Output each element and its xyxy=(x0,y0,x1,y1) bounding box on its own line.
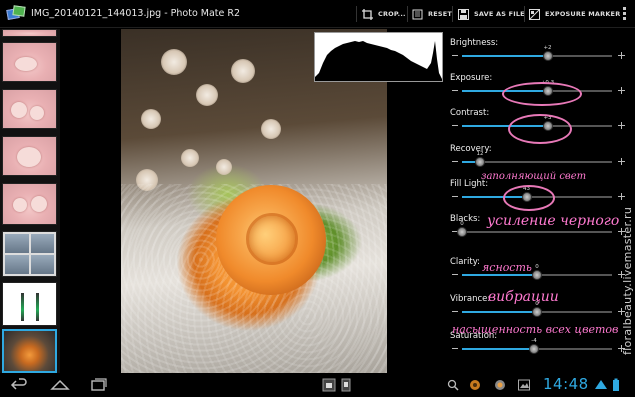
fill-light-note: заполняющий свет xyxy=(481,171,587,182)
slider-label: Blacks: xyxy=(450,214,481,224)
slider-value: 0 xyxy=(460,221,464,227)
thumbnail[interactable] xyxy=(2,29,57,37)
slider-track[interactable]: 0 xyxy=(462,264,612,280)
recent-apps-icon[interactable] xyxy=(90,377,108,393)
slider-label: Recovery: xyxy=(450,144,492,154)
reset-label: RESET xyxy=(428,10,453,18)
slider-row: Clarity: 0 xyxy=(446,248,635,282)
reset-icon xyxy=(412,9,423,20)
slider-fill xyxy=(462,274,537,276)
clarity-note: ясность xyxy=(482,261,532,274)
decrement-icon[interactable] xyxy=(452,55,458,56)
decrement-icon[interactable] xyxy=(452,274,458,275)
notification-photo-icon xyxy=(494,377,506,393)
slider-fill xyxy=(462,55,548,57)
increment-icon[interactable] xyxy=(618,122,625,129)
slider-value: -4 xyxy=(531,338,537,344)
vibrance-note: вибрации xyxy=(488,289,559,305)
decrement-icon[interactable] xyxy=(452,125,458,126)
clock: 14:48 xyxy=(543,375,589,393)
screen-mode-icon[interactable] xyxy=(322,377,336,393)
slider-track[interactable]: -4 xyxy=(462,338,612,354)
thumbnail[interactable] xyxy=(2,231,57,277)
thumbnail[interactable] xyxy=(2,89,57,129)
app-title: IMG_20140121_144013.jpg - Photo Mate R2 xyxy=(31,8,241,19)
filmstrip xyxy=(0,29,60,373)
separator xyxy=(407,6,408,22)
separator xyxy=(452,6,453,22)
photo-mate-icon[interactable] xyxy=(6,5,26,23)
gallery-icon xyxy=(518,377,530,393)
back-icon[interactable] xyxy=(10,377,28,393)
crop-icon xyxy=(362,8,373,20)
separator xyxy=(524,6,525,22)
slider-thumb[interactable] xyxy=(529,344,539,354)
thumbnail[interactable] xyxy=(2,183,57,225)
saturation-note: насыщенность всех цветов xyxy=(452,323,619,336)
overflow-menu-icon[interactable] xyxy=(623,7,627,21)
decrement-icon[interactable] xyxy=(452,161,458,162)
histogram xyxy=(314,32,443,82)
thumbnail[interactable] xyxy=(2,42,57,82)
save-icon xyxy=(458,8,469,20)
watermark: floralbeauty.livemaster.ru xyxy=(621,206,634,355)
slider-thumb[interactable] xyxy=(542,51,553,61)
slider-label: Contrast: xyxy=(450,108,490,118)
decrement-icon[interactable] xyxy=(452,90,458,91)
system-nav-bar: 14:48 xyxy=(0,373,635,397)
slider-fill xyxy=(462,311,537,313)
exposure-marker-label: EXPOSURE MARKER xyxy=(545,10,621,18)
thumbnail[interactable] xyxy=(2,136,57,176)
blacks-note: усиление черного xyxy=(487,213,620,229)
reset-button[interactable]: RESET xyxy=(412,6,452,22)
save-label: SAVE AS FILE xyxy=(474,10,525,18)
contrast-circle xyxy=(508,114,572,144)
decrement-icon[interactable] xyxy=(452,311,458,312)
separator xyxy=(356,6,357,22)
slider-label: Vibrance: xyxy=(450,294,491,304)
save-as-file-button[interactable]: SAVE AS FILE xyxy=(458,6,525,22)
search-icon[interactable] xyxy=(447,377,459,393)
slider-label: Clarity: xyxy=(450,257,480,267)
slider-thumb[interactable] xyxy=(532,307,542,317)
screen-mode-alt-icon[interactable] xyxy=(341,377,351,393)
slider-thumb[interactable] xyxy=(532,270,542,280)
slider-track[interactable]: 12 xyxy=(462,151,612,167)
increment-icon[interactable] xyxy=(618,87,625,94)
thumbnail-selected[interactable] xyxy=(2,329,57,373)
wifi-icon xyxy=(594,377,608,393)
battery-icon xyxy=(611,377,621,393)
thumbnail[interactable] xyxy=(2,282,57,326)
slider-thumb[interactable] xyxy=(457,227,467,237)
home-icon[interactable] xyxy=(50,377,70,393)
slider-value: 0 xyxy=(535,264,539,270)
decrement-icon[interactable] xyxy=(452,196,458,197)
slider-thumb[interactable] xyxy=(475,157,485,167)
exposure-marker-icon xyxy=(529,8,540,20)
slider-label: Exposure: xyxy=(450,73,493,83)
increment-icon[interactable] xyxy=(618,193,625,200)
increment-icon[interactable] xyxy=(618,52,625,59)
slider-track[interactable]: 0 xyxy=(462,301,612,317)
notification-app-icon xyxy=(469,377,481,393)
exposure-circle xyxy=(502,82,582,106)
slider-fill xyxy=(462,348,534,350)
slider-track[interactable]: +2 xyxy=(462,45,612,61)
slider-row: Brightness: +2 xyxy=(446,29,635,63)
slider-label: Brightness: xyxy=(450,38,499,48)
crop-button[interactable]: CROP... xyxy=(362,6,406,22)
slider-value: +2 xyxy=(543,45,552,51)
slider-track[interactable]: 0 xyxy=(457,221,612,237)
fill-light-circle xyxy=(503,185,555,211)
crop-label: CROP... xyxy=(378,10,406,18)
decrement-icon[interactable] xyxy=(452,348,458,349)
exposure-marker-button[interactable]: EXPOSURE MARKER xyxy=(529,6,620,22)
slider-value: 12 xyxy=(476,151,484,157)
action-bar: IMG_20140121_144013.jpg - Photo Mate R2 … xyxy=(0,0,635,28)
rose xyxy=(216,185,326,295)
increment-icon[interactable] xyxy=(618,158,625,165)
